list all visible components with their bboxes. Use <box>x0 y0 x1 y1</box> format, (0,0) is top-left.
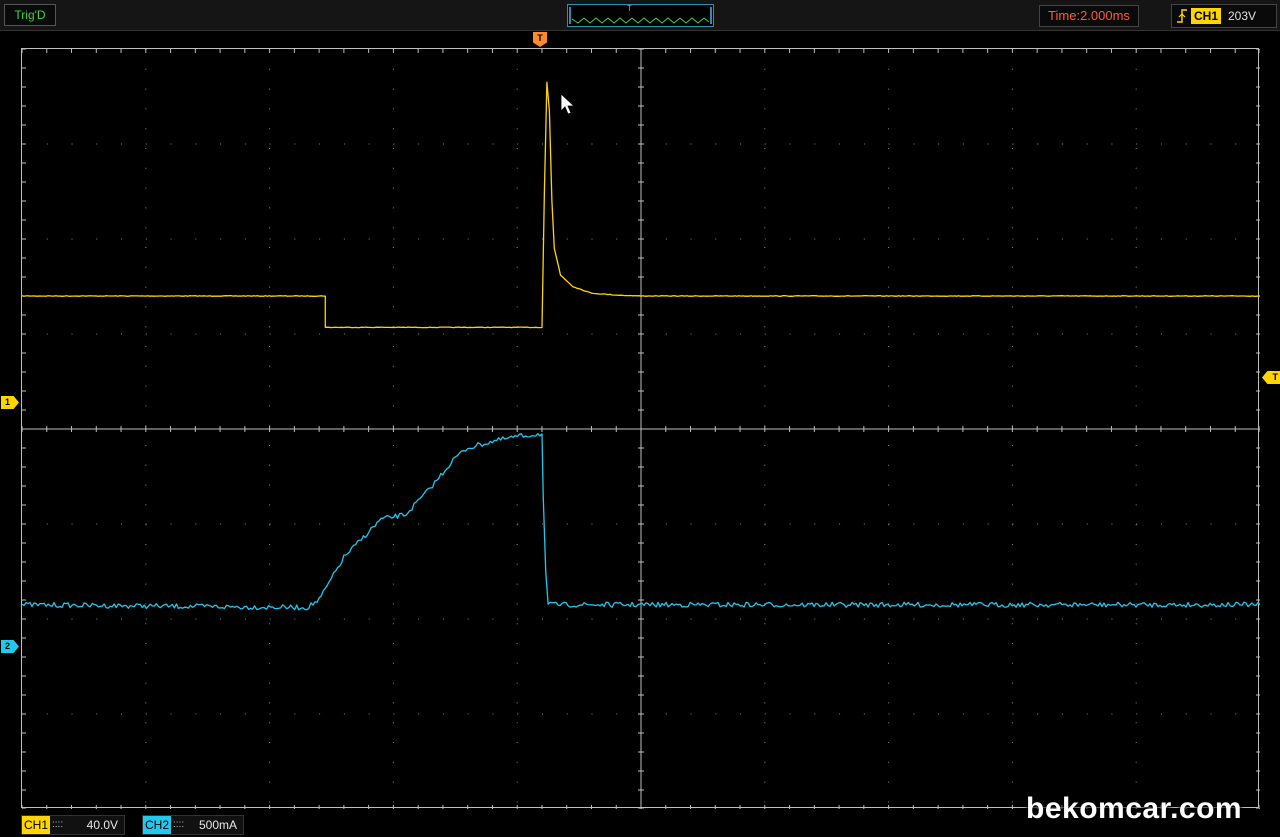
oscilloscope-screen[interactable] <box>21 48 1260 809</box>
ch2-offset-marker[interactable]: 2 <box>1 640 19 653</box>
graticule <box>22 49 1260 809</box>
trigger-settings[interactable]: CH1 203V <box>1171 4 1277 28</box>
ch1-offset-marker[interactable]: 1 <box>1 396 19 409</box>
ch1-coupling-icon: :::: <box>52 819 64 830</box>
ch1-label: CH1 <box>22 816 51 834</box>
ch2-amps-per-div: 500mA <box>198 818 237 832</box>
rising-edge-icon <box>1177 9 1187 23</box>
ch1-scale-box[interactable]: CH1 :::: 40.0V <box>21 815 125 835</box>
overview-wave <box>569 7 712 24</box>
watermark: bekomcar.com <box>1026 792 1243 825</box>
trigger-status: Trig'D <box>4 4 56 26</box>
trigger-level-marker[interactable]: T <box>1262 371 1280 384</box>
overview-trigger-marker: T <box>627 4 632 13</box>
ch2-scale-box[interactable]: CH2 :::: 500mA <box>142 815 244 835</box>
trigger-position-marker[interactable]: T <box>533 32 547 47</box>
trigger-level: 203V <box>1228 9 1257 23</box>
ch2-coupling-icon: :::: <box>173 819 185 830</box>
timebase-readout[interactable]: Time:2.000ms <box>1039 5 1139 27</box>
trigger-channel: CH1 <box>1191 8 1221 24</box>
mouse-cursor <box>560 93 576 115</box>
top-status-bar: Trig'D T Time:2.000ms CH1 203V <box>0 0 1280 31</box>
waveform-overview[interactable]: T <box>567 4 714 27</box>
ch2-label: CH2 <box>143 816 172 834</box>
waveform-display <box>22 49 1260 809</box>
ch1-volts-per-div: 40.0V <box>86 818 118 832</box>
